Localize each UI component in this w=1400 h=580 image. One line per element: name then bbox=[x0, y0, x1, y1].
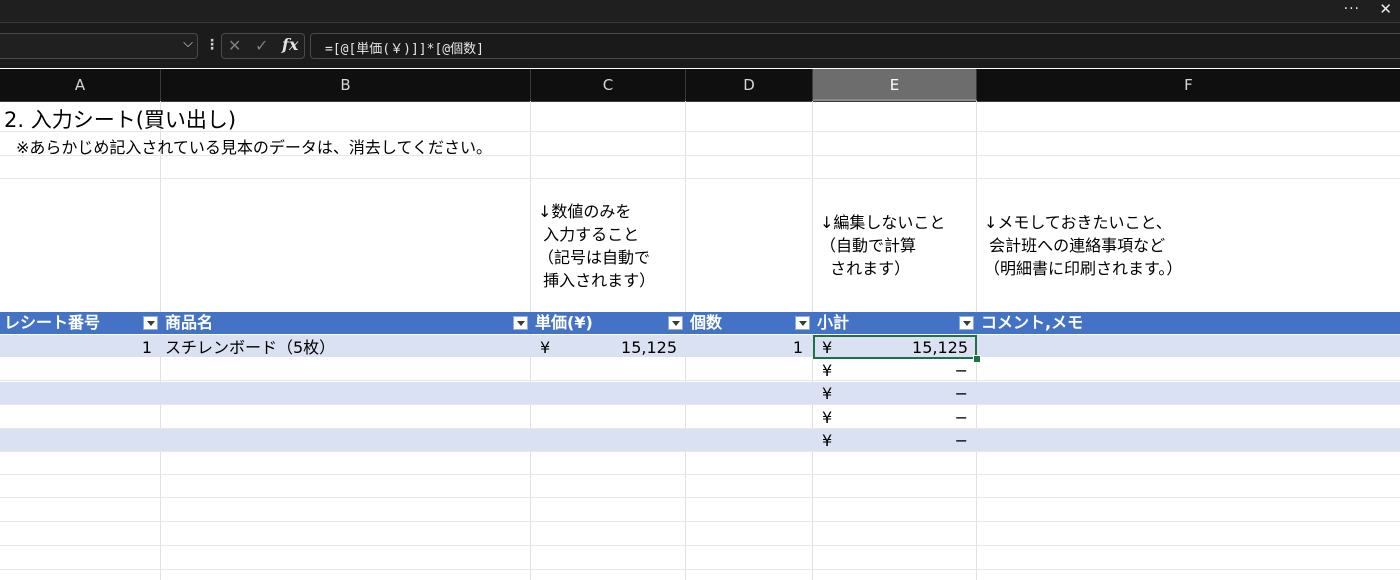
cell-subtotal[interactable]: − bbox=[860, 407, 968, 429]
header-unit-price: 単価(¥) bbox=[535, 313, 593, 332]
cell-subtotal-currency: ¥ bbox=[822, 384, 833, 403]
formula-input[interactable]: =[@[単価(￥)]]*[@個数] bbox=[310, 33, 1400, 59]
filter-dropdown-icon[interactable] bbox=[513, 316, 528, 330]
filter-dropdown-icon[interactable] bbox=[143, 316, 158, 330]
cell-subtotal[interactable]: − bbox=[860, 383, 968, 405]
insert-function-icon[interactable]: fx bbox=[282, 35, 298, 54]
gridline bbox=[0, 474, 1400, 475]
gridline bbox=[0, 545, 1400, 546]
comment-instruction: ↓メモしておきたいこと、 会計班への連絡事項など （明細書に印刷されます。） bbox=[984, 213, 1183, 278]
column-header-d[interactable]: D bbox=[686, 69, 813, 101]
column-headers: A B C D E F bbox=[0, 69, 1400, 102]
cell-quantity[interactable]: 1 bbox=[760, 337, 803, 359]
fill-handle[interactable] bbox=[973, 355, 981, 363]
gridline bbox=[0, 178, 1400, 179]
cell-subtotal-currency: ¥ bbox=[822, 431, 833, 450]
close-icon[interactable]: ✕ bbox=[1379, 0, 1392, 18]
header-comment: コメント,メモ bbox=[981, 313, 1084, 332]
header-item-name: 商品名 bbox=[165, 313, 214, 332]
subtotal-instruction: ↓編集しないこと （自動で計算 されます） bbox=[820, 213, 946, 278]
chevron-down-icon[interactable]: ⌵ bbox=[183, 36, 193, 51]
cell-unit-price[interactable]: 15,125 bbox=[580, 337, 677, 359]
gridline bbox=[0, 380, 1400, 381]
name-box[interactable]: ⌵ bbox=[0, 33, 198, 59]
more-options-icon[interactable]: ··· bbox=[1344, 1, 1360, 17]
gridline bbox=[0, 451, 1400, 452]
formula-bar: ⌵ ⋮ ✕ ✓ fx =[@[単価(￥)]]*[@個数] bbox=[0, 23, 1400, 68]
header-quantity: 個数 bbox=[690, 313, 723, 332]
table-row-band bbox=[0, 382, 1400, 404]
gridline bbox=[0, 569, 1400, 570]
table-header-row: レシート番号 商品名 単価(¥) 個数 小計 コメント,メモ bbox=[0, 312, 1400, 334]
filter-dropdown-icon[interactable] bbox=[795, 316, 810, 330]
cell-price-currency: ¥ bbox=[540, 338, 551, 357]
cell-item-name[interactable]: スチレンボード（5枚） bbox=[165, 337, 335, 359]
cell-subtotal-currency: ¥ bbox=[822, 361, 833, 380]
cancel-icon[interactable]: ✕ bbox=[228, 36, 241, 55]
cell-receipt-number[interactable]: 1 bbox=[138, 337, 152, 359]
gridline bbox=[0, 404, 1400, 405]
sheet-title: 2. 入力シート(買い出し) bbox=[4, 108, 237, 132]
title-strip: ··· ✕ bbox=[0, 0, 1400, 23]
filter-dropdown-icon[interactable] bbox=[959, 316, 974, 330]
cell-subtotal[interactable]: − bbox=[860, 360, 968, 382]
gridline bbox=[0, 521, 1400, 522]
gridline bbox=[0, 497, 1400, 498]
formula-bar-resize-handle[interactable]: ⋮ bbox=[205, 37, 219, 53]
header-subtotal: 小計 bbox=[817, 313, 850, 332]
cell-subtotal-currency: ¥ bbox=[822, 408, 833, 427]
table-row-band bbox=[0, 429, 1400, 451]
worksheet-grid[interactable]: 2. 入力シート(買い出し) ※あらかじめ記入されている見本のデータは、消去して… bbox=[0, 101, 1400, 580]
filter-dropdown-icon[interactable] bbox=[668, 316, 683, 330]
column-header-b[interactable]: B bbox=[161, 69, 531, 101]
column-header-f[interactable]: F bbox=[977, 69, 1400, 101]
active-cell-border bbox=[813, 335, 977, 359]
price-instruction: ↓数値のみを 入力すること （記号は自動で 挿入されます） bbox=[538, 202, 656, 290]
cell-subtotal[interactable]: − bbox=[860, 430, 968, 452]
column-header-c[interactable]: C bbox=[531, 69, 686, 101]
column-header-e[interactable]: E bbox=[813, 69, 977, 101]
sheet-note: ※あらかじめ記入されている見本のデータは、消去してください。 bbox=[16, 138, 492, 157]
formula-text: =[@[単価(￥)]]*[@個数] bbox=[325, 42, 484, 57]
header-receipt-number: レシート番号 bbox=[4, 313, 101, 332]
enter-check-icon[interactable]: ✓ bbox=[255, 36, 268, 55]
column-header-a[interactable]: A bbox=[0, 69, 161, 101]
formula-buttons: ✕ ✓ fx bbox=[221, 33, 305, 59]
